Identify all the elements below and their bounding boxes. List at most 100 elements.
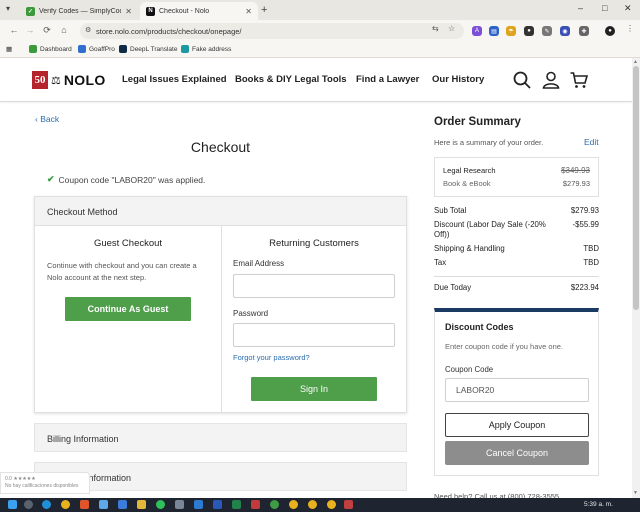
- summary-value: -$55.99: [572, 220, 599, 229]
- bookmark-fake-address[interactable]: Fake address: [181, 45, 231, 53]
- app-green-icon[interactable]: [270, 500, 279, 509]
- edge-icon[interactable]: [42, 500, 51, 509]
- taskbar-clock[interactable]: 5:39 a. m.: [584, 501, 613, 508]
- home-icon[interactable]: ⌂: [58, 25, 70, 35]
- due-today-value: $223.94: [570, 283, 599, 292]
- bookmark-deepl[interactable]: DeepL Translate: [119, 45, 177, 53]
- summary-divider: [434, 276, 599, 277]
- forward-arrow-icon[interactable]: →: [24, 25, 36, 35]
- scrollbar-thumb[interactable]: [633, 66, 639, 310]
- windows-start-icon[interactable]: [8, 500, 17, 509]
- bookmark-label: GoaffPro: [89, 45, 115, 53]
- cart-icon[interactable]: [569, 70, 589, 90]
- url-text: store.nolo.com/products/checkout/onepage…: [96, 26, 242, 36]
- media-icon[interactable]: [175, 500, 184, 509]
- guest-checkout-description: Continue with checkout and you can creat…: [47, 261, 197, 282]
- guest-checkout-title: Guest Checkout: [93, 238, 163, 249]
- word-icon[interactable]: [213, 500, 222, 509]
- search-taskbar-icon[interactable]: [24, 500, 33, 509]
- back-link[interactable]: ‹ Back: [35, 114, 59, 124]
- order-summary-subtitle: Here is a summary of your order.: [434, 138, 544, 147]
- app-red-icon[interactable]: [251, 500, 260, 509]
- extension-d-icon[interactable]: ●: [524, 26, 534, 36]
- translate-icon[interactable]: ⇆: [432, 24, 439, 33]
- extension-e-icon[interactable]: ✎: [542, 26, 552, 36]
- continue-as-guest-button[interactable]: Continue As Guest: [65, 297, 191, 321]
- maximize-button[interactable]: □: [602, 3, 607, 13]
- billing-information-section[interactable]: Billing Information: [34, 423, 407, 452]
- password-label: Password: [233, 309, 269, 318]
- close-tab-icon[interactable]: ✕: [125, 7, 132, 16]
- extension-c-icon[interactable]: ☂: [506, 26, 516, 36]
- summary-label: Shipping & Handling: [434, 244, 505, 253]
- rating-widget[interactable]: 0.0 ★★★★★ No hay calificaciones disponib…: [0, 472, 90, 494]
- account-icon[interactable]: [541, 70, 561, 90]
- password-field[interactable]: [233, 323, 395, 347]
- tab-nolo-checkout[interactable]: N Checkout - Nolo ✕: [140, 2, 258, 20]
- file-explorer-icon[interactable]: [137, 500, 146, 509]
- back-arrow-icon[interactable]: ←: [8, 25, 20, 35]
- dashboard-favicon-icon: [29, 45, 37, 53]
- photos-icon[interactable]: [99, 500, 108, 509]
- scroll-down-icon[interactable]: ▼: [633, 490, 638, 496]
- forgot-password-link[interactable]: Forgot your password?: [233, 353, 310, 362]
- nav-legal-issues[interactable]: Legal Issues Explained: [122, 74, 227, 85]
- chrome-icon[interactable]: [61, 500, 70, 509]
- close-tab-icon[interactable]: ✕: [245, 7, 252, 16]
- extension-b-icon[interactable]: ▤: [489, 26, 499, 36]
- bookmark-dashboard[interactable]: Dashboard: [29, 45, 72, 53]
- email-field[interactable]: [233, 274, 395, 298]
- bookmark-star-icon[interactable]: ☆: [448, 24, 455, 33]
- extension-f-icon[interactable]: ◉: [560, 26, 570, 36]
- edit-order-link[interactable]: Edit: [584, 137, 599, 147]
- deepl-favicon-icon: [119, 45, 127, 53]
- simplycodes-favicon-icon: ✓: [26, 6, 35, 16]
- mail-icon[interactable]: [194, 500, 203, 509]
- minimize-button[interactable]: –: [578, 3, 583, 13]
- extension-a-icon[interactable]: A: [472, 26, 482, 36]
- chrome-profile-icon[interactable]: [289, 500, 298, 509]
- nav-books-diy[interactable]: Books & DIY Legal Tools: [235, 74, 347, 85]
- nolo-favicon-icon: N: [146, 6, 155, 16]
- order-summary-title: Order Summary: [434, 116, 521, 128]
- apply-coupon-button[interactable]: Apply Coupon: [445, 413, 589, 437]
- excel-icon[interactable]: [232, 500, 241, 509]
- close-window-button[interactable]: ✕: [624, 3, 632, 14]
- summary-value: TBD: [583, 244, 599, 253]
- summary-label: Discount (Labor Day Sale (-20% Off)): [434, 220, 546, 239]
- new-tab-button[interactable]: +: [261, 4, 267, 16]
- scroll-up-icon[interactable]: ▲: [633, 59, 638, 65]
- profile-avatar-icon[interactable]: ●: [605, 26, 615, 36]
- back-link-label: Back: [40, 114, 60, 124]
- store-icon[interactable]: [118, 500, 127, 509]
- coupon-code-input[interactable]: LABOR20: [445, 378, 589, 402]
- address-toolbar: ← → ⟳ ⌂ ⚙ store.nolo.com/products/checko…: [0, 20, 640, 42]
- tab-list-icon[interactable]: ▾: [6, 4, 10, 13]
- item-format: Book & eBook: [443, 179, 491, 188]
- apps-grid-icon[interactable]: ▦: [6, 45, 12, 53]
- search-icon[interactable]: [512, 70, 532, 90]
- app-active-icon[interactable]: [344, 500, 353, 509]
- checkmark-icon: ✔: [47, 174, 55, 184]
- brave-icon[interactable]: [80, 500, 89, 509]
- bookmark-goaffpro[interactable]: GoaffPro: [78, 45, 115, 53]
- extensions-puzzle-icon[interactable]: ✚: [579, 26, 589, 36]
- nav-our-history[interactable]: Our History: [432, 74, 484, 85]
- chrome-profile-3-icon[interactable]: [327, 500, 336, 509]
- sign-in-button[interactable]: Sign In: [251, 377, 377, 401]
- fake-address-favicon-icon: [181, 45, 189, 53]
- chrome-profile-2-icon[interactable]: [308, 500, 317, 509]
- tab-simplycodes[interactable]: ✓ Verify Codes — SimplyCodes ✕: [20, 2, 138, 20]
- checkout-method-panel: Checkout Method Guest Checkout Continue …: [34, 196, 407, 413]
- tab-title: Verify Codes — SimplyCodes: [39, 7, 121, 15]
- site-info-icon[interactable]: ⚙: [85, 26, 91, 34]
- logo-50-badge: 50: [32, 71, 48, 89]
- nolo-logo[interactable]: 50 ⚖ NOLO: [32, 71, 106, 89]
- address-bar[interactable]: ⚙ store.nolo.com/products/checkout/onepa…: [80, 23, 464, 39]
- nav-find-lawyer[interactable]: Find a Lawyer: [356, 74, 419, 85]
- whatsapp-icon[interactable]: [156, 500, 165, 509]
- cancel-coupon-button[interactable]: Cancel Coupon: [445, 441, 589, 465]
- reload-icon[interactable]: ⟳: [41, 25, 53, 36]
- summary-label: Sub Total: [434, 206, 467, 215]
- browser-menu-icon[interactable]: ⋮: [626, 24, 634, 33]
